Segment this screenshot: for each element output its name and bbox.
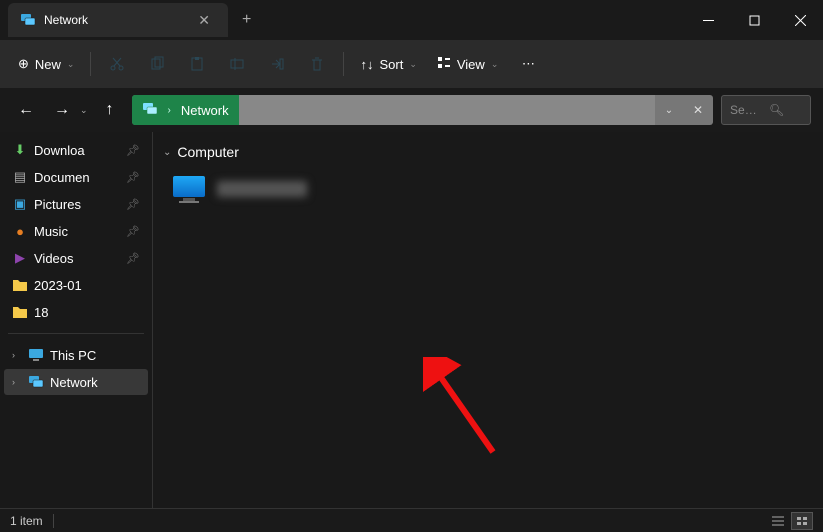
toolbar: ⊕ New ⌄ ↑↓ Sort ⌄ View ⌄ ⋯: [0, 40, 823, 88]
minimize-button[interactable]: [685, 0, 731, 40]
forward-button[interactable]: →: [48, 96, 76, 124]
up-button[interactable]: ↑: [96, 96, 124, 124]
view-toggles: [767, 512, 813, 530]
chevron-right-icon[interactable]: ›: [12, 350, 22, 360]
pin-icon: 📌︎: [126, 225, 140, 238]
sidebar-item-label: 2023-01: [34, 278, 82, 293]
sidebar-item-label: 18: [34, 305, 48, 320]
window-controls: [685, 0, 823, 40]
sidebar-item-label: Downloa: [34, 143, 85, 158]
view-icon: [437, 56, 451, 73]
paste-button: [179, 48, 215, 80]
chevron-down-icon: ⌄: [491, 59, 499, 70]
group-header-computer[interactable]: ⌄ Computer: [159, 142, 817, 162]
maximize-button[interactable]: [731, 0, 777, 40]
pin-icon: 📌︎: [126, 252, 140, 265]
document-icon: ▤: [12, 169, 28, 185]
address-segment-network[interactable]: › Network: [132, 95, 239, 125]
chevron-down-icon: ⌄: [163, 147, 171, 158]
refresh-button[interactable]: ✕: [683, 103, 713, 117]
group-label: Computer: [177, 144, 238, 160]
sidebar-item-label: This PC: [50, 348, 96, 363]
titlebar: Network ✕ +: [0, 0, 823, 40]
statusbar: 1 item: [0, 508, 823, 532]
folder-icon: [12, 304, 28, 320]
content: ⬇ Downloa 📌︎ ▤ Documen 📌︎ ▣ Pictures 📌︎ …: [0, 132, 823, 508]
sidebar-item-label: Music: [34, 224, 68, 239]
back-button[interactable]: ←: [12, 96, 40, 124]
separator: [53, 514, 54, 528]
tab-title: Network: [44, 13, 184, 27]
separator: [90, 52, 91, 76]
main-pane[interactable]: ⌄ Computer: [152, 132, 823, 508]
separator: [343, 52, 344, 76]
view-button[interactable]: View ⌄: [429, 48, 507, 80]
address-dropdown[interactable]: ⌄: [655, 105, 683, 116]
address-bar[interactable]: › Network ⌄ ✕: [132, 95, 713, 125]
sidebar-item-label: Videos: [34, 251, 74, 266]
view-large-icons-button[interactable]: [791, 512, 813, 530]
sidebar-item-pictures[interactable]: ▣ Pictures 📌︎: [4, 191, 148, 217]
address-location: Network: [181, 103, 229, 118]
pictures-icon: ▣: [12, 196, 28, 212]
chevron-right-icon[interactable]: ›: [12, 377, 22, 387]
videos-icon: ▶: [12, 250, 28, 266]
sidebar-item-folder-2023-01[interactable]: 2023-01: [4, 272, 148, 298]
address-empty[interactable]: [239, 95, 655, 125]
address-row: ← → ⌄ ↑ › Network ⌄ ✕ Sear... 🔍︎: [0, 88, 823, 132]
chevron-down-icon: ⌄: [67, 59, 75, 70]
sort-label: Sort: [379, 57, 403, 72]
folder-icon: [12, 277, 28, 293]
close-button[interactable]: [777, 0, 823, 40]
pc-icon: [28, 347, 44, 363]
sidebar-item-this-pc[interactable]: › This PC: [4, 342, 148, 368]
sidebar: ⬇ Downloa 📌︎ ▤ Documen 📌︎ ▣ Pictures 📌︎ …: [0, 132, 152, 508]
search-icon: 🔍︎: [769, 103, 802, 117]
more-button[interactable]: ⋯: [510, 48, 546, 80]
sidebar-item-network[interactable]: › Network: [4, 369, 148, 395]
sidebar-item-documents[interactable]: ▤ Documen 📌︎: [4, 164, 148, 190]
view-label: View: [457, 57, 485, 72]
sidebar-item-downloads[interactable]: ⬇ Downloa 📌︎: [4, 137, 148, 163]
tab-network[interactable]: Network ✕: [8, 3, 228, 37]
download-icon: ⬇: [12, 142, 28, 158]
sidebar-item-label: Pictures: [34, 197, 81, 212]
sidebar-item-videos[interactable]: ▶ Videos 📌︎: [4, 245, 148, 271]
chevron-right-icon: ›: [168, 105, 171, 116]
computer-icon: [171, 174, 207, 204]
pin-icon: 📌︎: [126, 144, 140, 157]
status-item-count: 1 item: [10, 514, 43, 528]
copy-button: [139, 48, 175, 80]
sidebar-item-music[interactable]: ● Music 📌︎: [4, 218, 148, 244]
plus-icon: ⊕: [18, 56, 29, 72]
new-label: New: [35, 57, 61, 72]
computer-name-redacted: [217, 181, 307, 197]
delete-button: [299, 48, 335, 80]
history-dropdown[interactable]: ⌄: [80, 105, 88, 116]
search-placeholder: Sear...: [730, 103, 763, 117]
pin-icon: 📌︎: [126, 198, 140, 211]
rename-button: [219, 48, 255, 80]
music-icon: ●: [12, 223, 28, 239]
share-button: [259, 48, 295, 80]
sidebar-item-folder-18[interactable]: 18: [4, 299, 148, 325]
sidebar-item-label: Documen: [34, 170, 90, 185]
sidebar-item-label: Network: [50, 375, 98, 390]
annotation-arrow: [423, 357, 513, 467]
network-icon: [142, 101, 158, 120]
network-icon: [28, 374, 44, 390]
chevron-down-icon: ⌄: [409, 59, 417, 70]
network-computer-item[interactable]: [159, 168, 817, 210]
divider: [8, 333, 144, 334]
cut-button: [99, 48, 135, 80]
network-icon: [20, 12, 36, 28]
new-tab-button[interactable]: +: [228, 3, 265, 37]
pin-icon: 📌︎: [126, 171, 140, 184]
view-details-button[interactable]: [767, 512, 789, 530]
sort-button[interactable]: ↑↓ Sort ⌄: [352, 48, 424, 80]
sort-icon: ↑↓: [360, 57, 373, 72]
search-input[interactable]: Sear... 🔍︎: [721, 95, 811, 125]
new-button[interactable]: ⊕ New ⌄: [10, 48, 82, 80]
tab-close-button[interactable]: ✕: [192, 10, 216, 31]
